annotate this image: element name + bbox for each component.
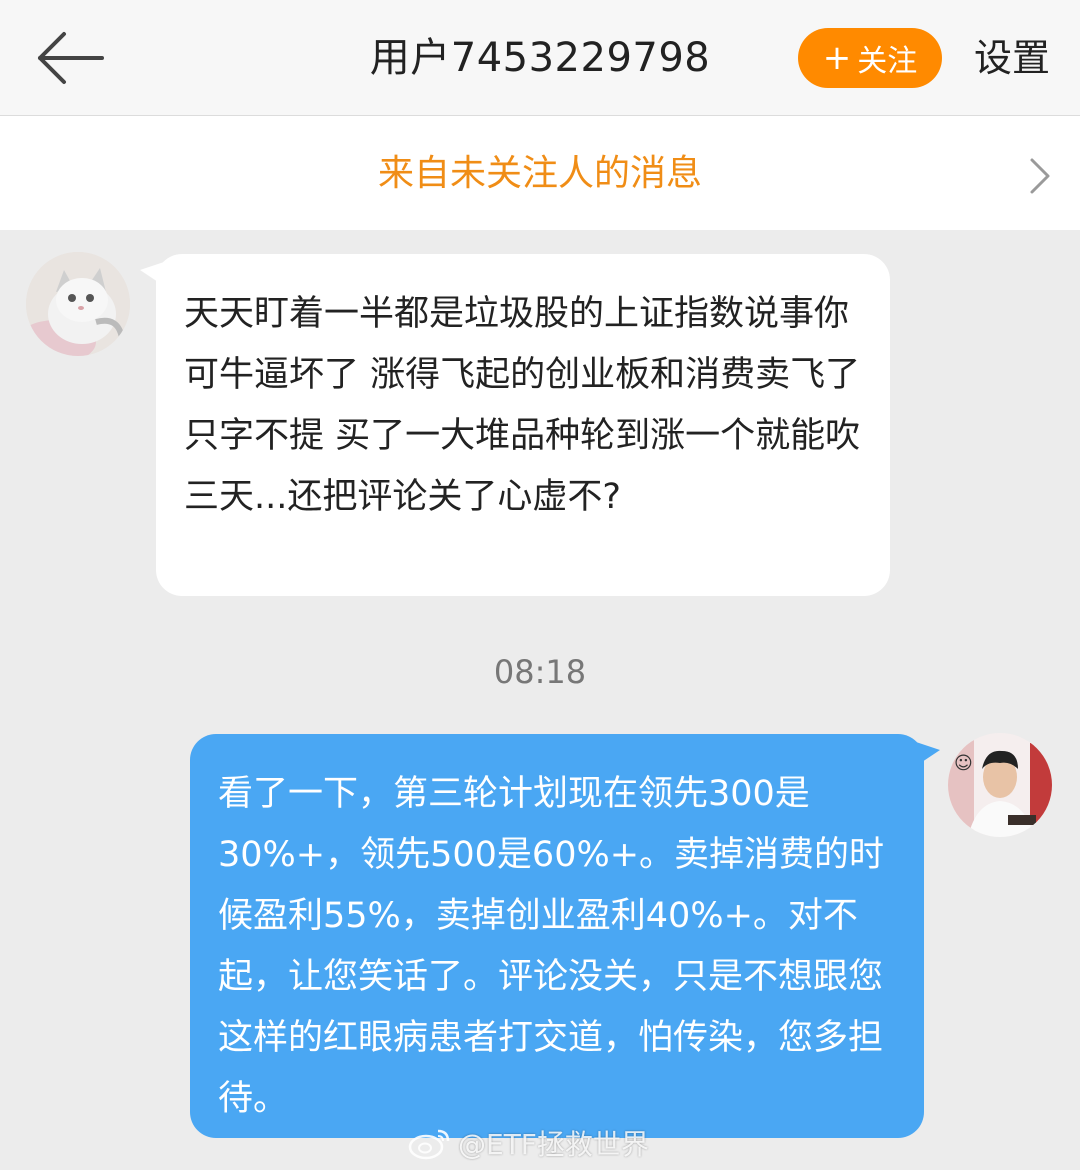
sender-avatar[interactable]	[26, 252, 130, 356]
weibo-logo-icon	[408, 1129, 450, 1160]
watermark: @ETF拯救世界	[408, 1120, 768, 1166]
own-avatar[interactable]: ☺	[948, 733, 1052, 837]
person-avatar-image: ☺	[948, 733, 1052, 837]
svg-text:☺: ☺	[954, 753, 973, 774]
settings-button[interactable]: 设置	[962, 28, 1062, 88]
notice-text: 来自未关注人的消息	[377, 153, 702, 194]
message-text: 看了一下，第三轮计划现在领先300是30%+，领先500是60%+。卖掉消费的时…	[218, 774, 885, 1119]
back-button[interactable]	[36, 30, 106, 86]
chevron-right-icon	[1030, 158, 1050, 194]
page-title: 用户7453229798	[369, 35, 711, 81]
arrow-left-icon	[38, 32, 104, 84]
non-follower-messages-banner[interactable]: 来自未关注人的消息	[0, 116, 1080, 230]
follow-label: 关注	[857, 44, 918, 79]
top-bar: 用户7453229798 + 关注 设置	[0, 0, 1080, 116]
message-text: 天天盯着一半都是垃圾股的上证指数说事你可牛逼坏了 涨得飞起的创业板和消费卖飞了只…	[184, 294, 861, 517]
cat-avatar-image	[26, 252, 130, 356]
follow-button[interactable]: + 关注	[798, 28, 942, 88]
incoming-message-bubble[interactable]: 天天盯着一半都是垃圾股的上证指数说事你可牛逼坏了 涨得飞起的创业板和消费卖飞了只…	[156, 254, 890, 596]
watermark-text: @ETF拯救世界	[458, 1128, 649, 1161]
plus-icon: +	[822, 38, 852, 78]
outgoing-message-bubble[interactable]: 看了一下，第三轮计划现在领先300是30%+，领先500是60%+。卖掉消费的时…	[190, 734, 924, 1138]
message-timestamp: 08:18	[493, 653, 587, 691]
